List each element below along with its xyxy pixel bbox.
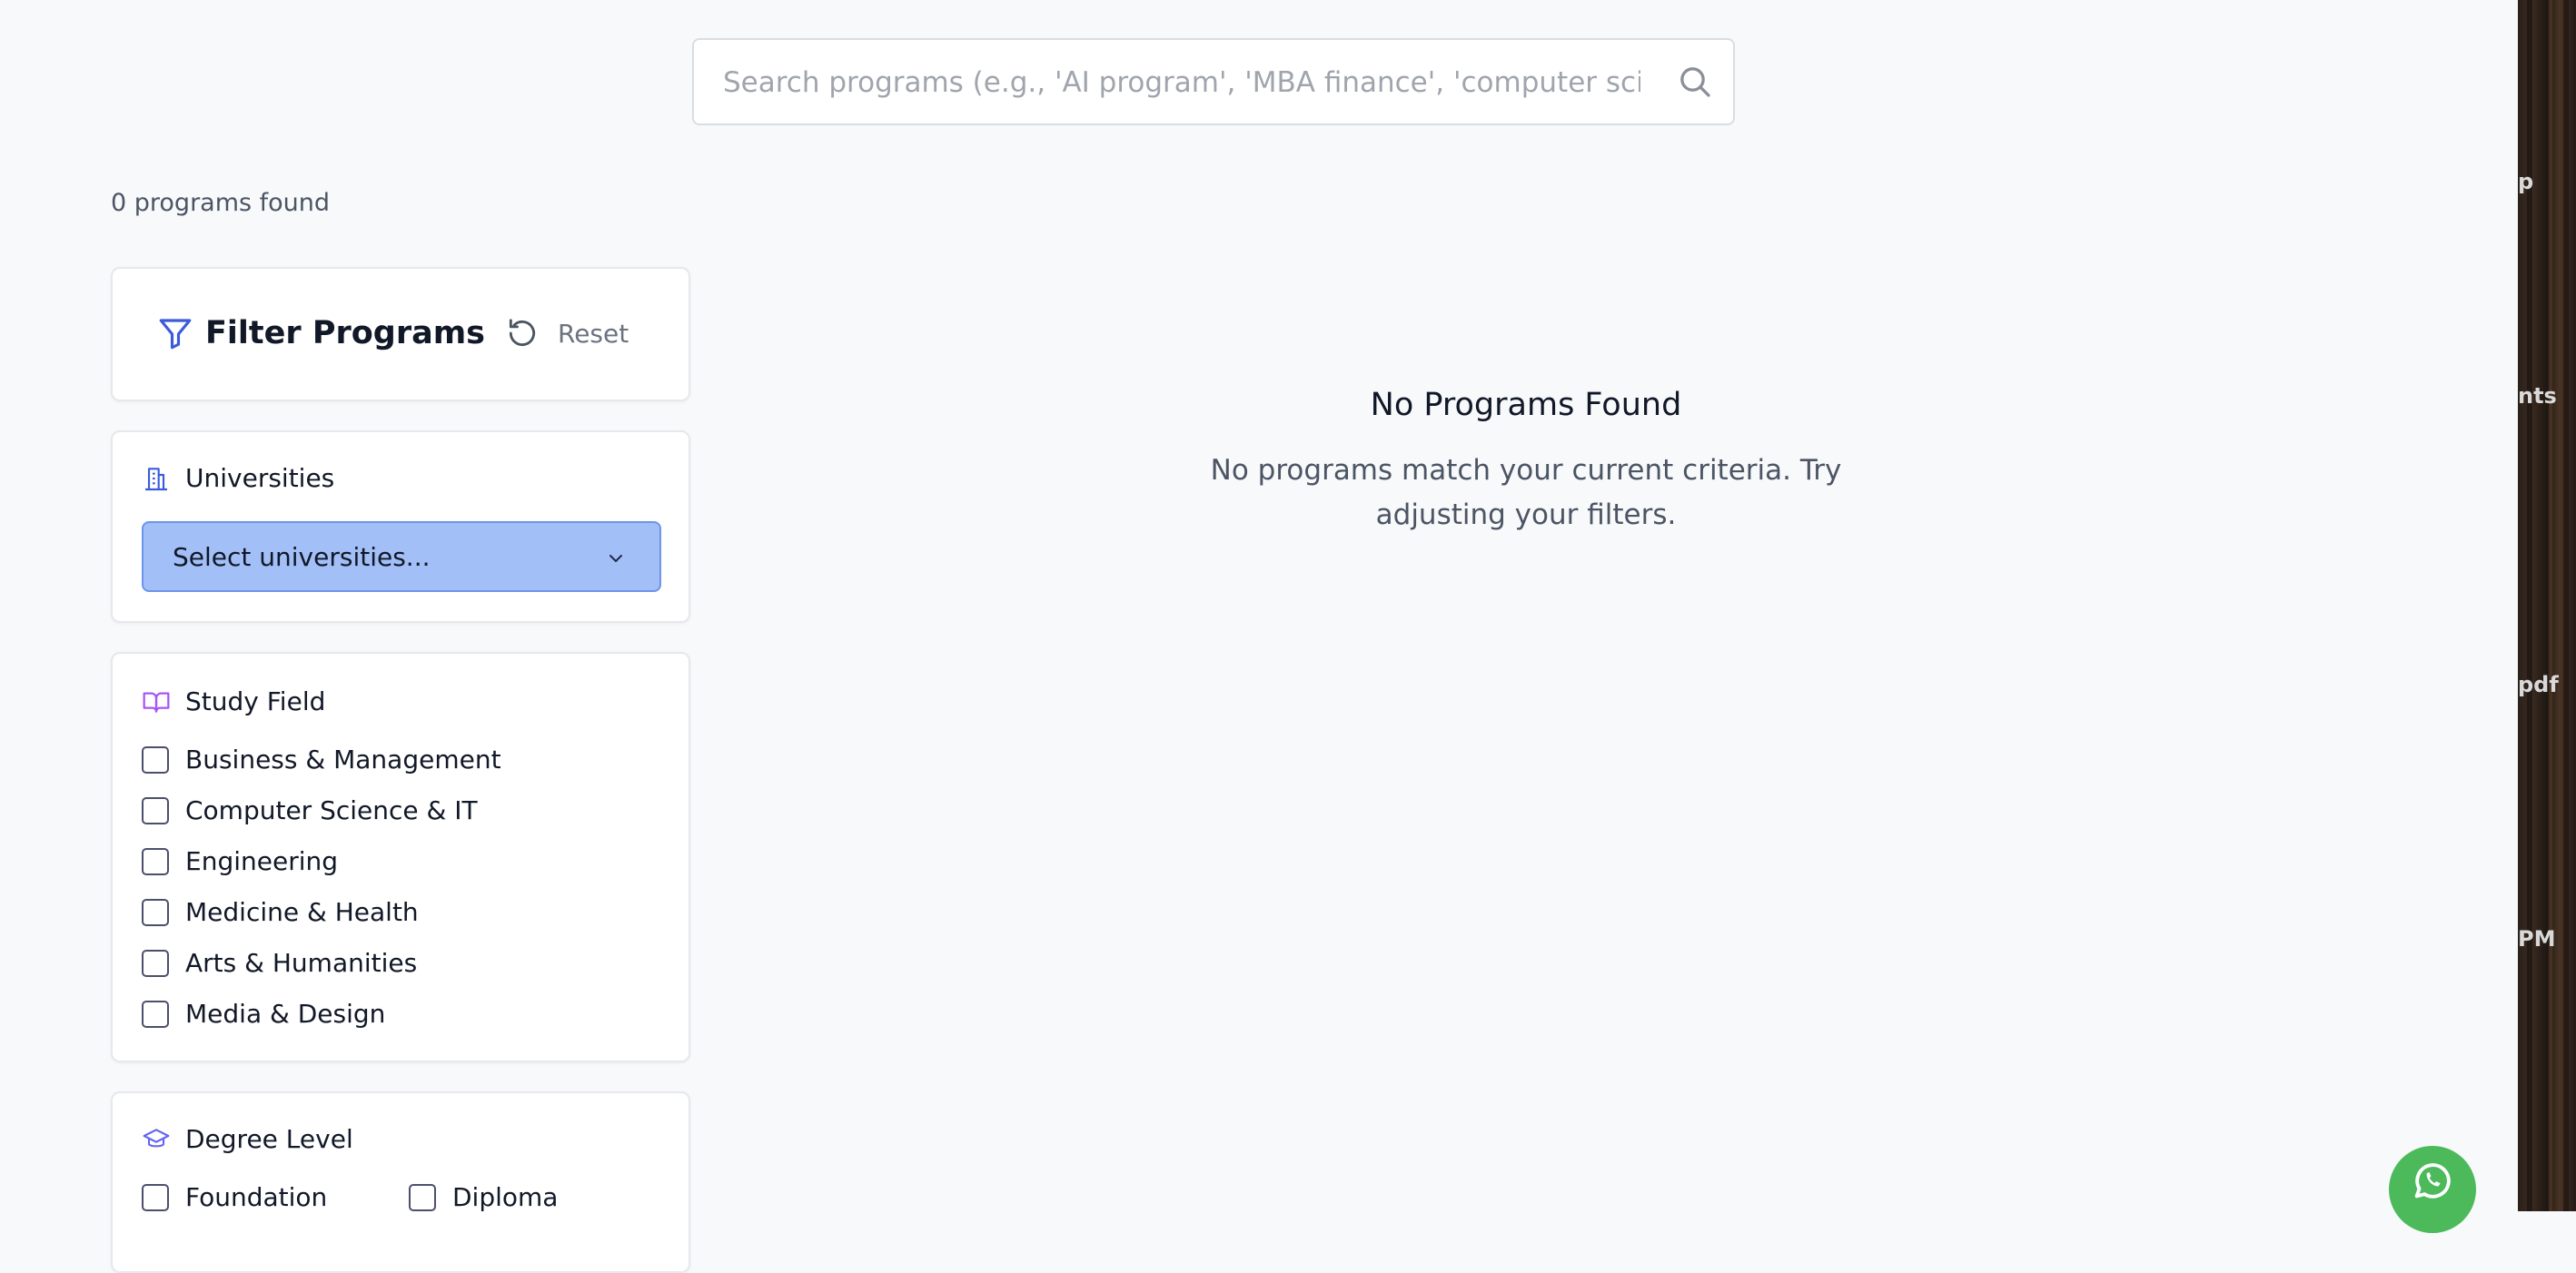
option-label: Engineering <box>185 846 338 876</box>
filter-header-card: Filter Programs Reset <box>111 267 690 401</box>
whatsapp-chat-button[interactable] <box>2389 1146 2476 1233</box>
study-field-filter-card: Study Field Business & Management Comput… <box>111 652 690 1062</box>
checkbox[interactable] <box>142 796 169 824</box>
strip-fragment: p <box>2518 169 2534 194</box>
universities-label: Universities <box>185 463 335 493</box>
study-field-option[interactable]: Engineering <box>142 846 338 876</box>
degree-level-option[interactable]: Foundation <box>142 1182 327 1212</box>
checkbox[interactable] <box>142 1000 169 1028</box>
study-field-option[interactable]: Medicine & Health <box>142 897 419 927</box>
degree-level-option[interactable]: Diploma <box>409 1182 558 1212</box>
study-field-header: Study Field <box>142 686 325 716</box>
chevron-down-icon <box>609 555 622 562</box>
degree-level-label: Degree Level <box>185 1124 353 1154</box>
reset-button[interactable]: Reset <box>505 316 629 350</box>
study-field-option[interactable]: Business & Management <box>142 745 501 775</box>
option-label: Foundation <box>185 1182 328 1212</box>
universities-header: Universities <box>142 463 334 493</box>
strip-fragment: pdf <box>2518 672 2559 697</box>
checkbox[interactable] <box>142 1183 169 1211</box>
universities-filter-card: Universities Select universities... <box>111 430 690 623</box>
study-field-label: Study Field <box>185 686 326 716</box>
option-label: Diploma <box>452 1182 559 1212</box>
reset-icon <box>509 319 536 347</box>
study-field-option[interactable]: Computer Science & IT <box>142 795 478 825</box>
empty-state-message: No programs match your current criteria.… <box>1210 454 1842 531</box>
universities-select[interactable]: Select universities... <box>142 521 661 592</box>
universities-select-placeholder: Select universities... <box>173 541 431 572</box>
strip-fragment: nts <box>2518 383 2557 409</box>
graduation-cap-icon <box>143 1128 170 1147</box>
degree-level-header: Degree Level <box>142 1124 353 1154</box>
checkbox[interactable] <box>409 1183 436 1211</box>
results-count: 0 programs found <box>111 189 331 217</box>
checkbox[interactable] <box>142 949 169 977</box>
checkbox[interactable] <box>142 898 169 926</box>
reset-label: Reset <box>558 318 629 349</box>
degree-level-filter-card: Degree Level Foundation Diploma <box>111 1091 690 1273</box>
option-label: Medicine & Health <box>185 897 419 927</box>
study-field-option[interactable]: Media & Design <box>142 999 385 1029</box>
empty-state-title: No Programs Found <box>1370 387 1682 423</box>
filter-title: Filter Programs <box>156 314 485 352</box>
book-open-icon <box>143 692 170 713</box>
filter-icon <box>159 319 192 350</box>
background-window-strip: p nts pdf PM <box>2518 0 2576 1211</box>
filter-title-text: Filter Programs <box>205 315 486 351</box>
strip-fragment: PM <box>2518 926 2556 952</box>
option-label: Computer Science & IT <box>185 795 478 825</box>
whatsapp-icon <box>2414 1163 2451 1199</box>
study-field-option[interactable]: Arts & Humanities <box>142 948 417 978</box>
program-search-page: 0 programs found Filter Programs Reset <box>0 0 2518 1273</box>
option-label: Arts & Humanities <box>185 948 418 978</box>
checkbox[interactable] <box>142 847 169 875</box>
search-icon[interactable] <box>1677 64 1713 100</box>
option-label: Media & Design <box>185 999 386 1029</box>
option-label: Business & Management <box>185 745 501 775</box>
building-icon <box>145 467 167 490</box>
search-input[interactable] <box>721 40 1642 125</box>
checkbox[interactable] <box>142 745 169 774</box>
search-bar <box>692 38 1735 125</box>
